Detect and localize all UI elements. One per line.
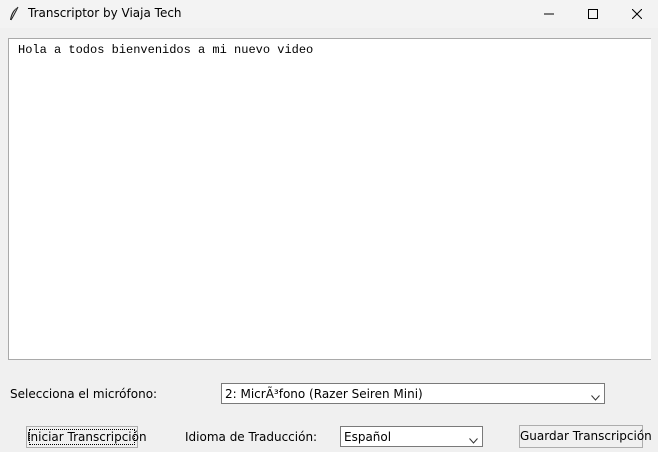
close-icon (632, 9, 642, 19)
transcript-text-area[interactable]: Hola a todos bienvenidos a mi nuevo vide… (8, 38, 651, 360)
minimize-icon (544, 9, 554, 19)
language-selected-value: Español (344, 430, 392, 444)
transcript-text: Hola a todos bienvenidos a mi nuevo vide… (18, 43, 314, 57)
chevron-down-icon (469, 433, 478, 444)
close-button[interactable] (614, 0, 658, 28)
chevron-down-icon (591, 390, 600, 401)
window-title: Transcriptor by Viaja Tech (28, 6, 182, 20)
title-bar: Transcriptor by Viaja Tech (0, 0, 658, 28)
start-transcription-button[interactable]: Iniciar Transcripción (26, 426, 147, 448)
microphone-select[interactable]: 2: MicrÃ³fono (Razer Seiren Mini) (221, 383, 605, 404)
microphone-selected-value: 2: MicrÃ³fono (Razer Seiren Mini) (225, 387, 423, 401)
language-select[interactable]: Español (340, 426, 483, 447)
feather-icon (8, 6, 20, 22)
microphone-label: Selecciona el micrófono: (10, 387, 158, 401)
maximize-button[interactable] (570, 0, 616, 28)
save-transcription-button[interactable]: Guardar Transcripción (519, 425, 652, 448)
language-label: Idioma de Traducción: (185, 430, 318, 444)
save-transcription-label: Guardar Transcripción (520, 429, 652, 443)
maximize-icon (588, 9, 598, 19)
focus-ring (29, 429, 135, 445)
minimize-button[interactable] (526, 0, 572, 28)
